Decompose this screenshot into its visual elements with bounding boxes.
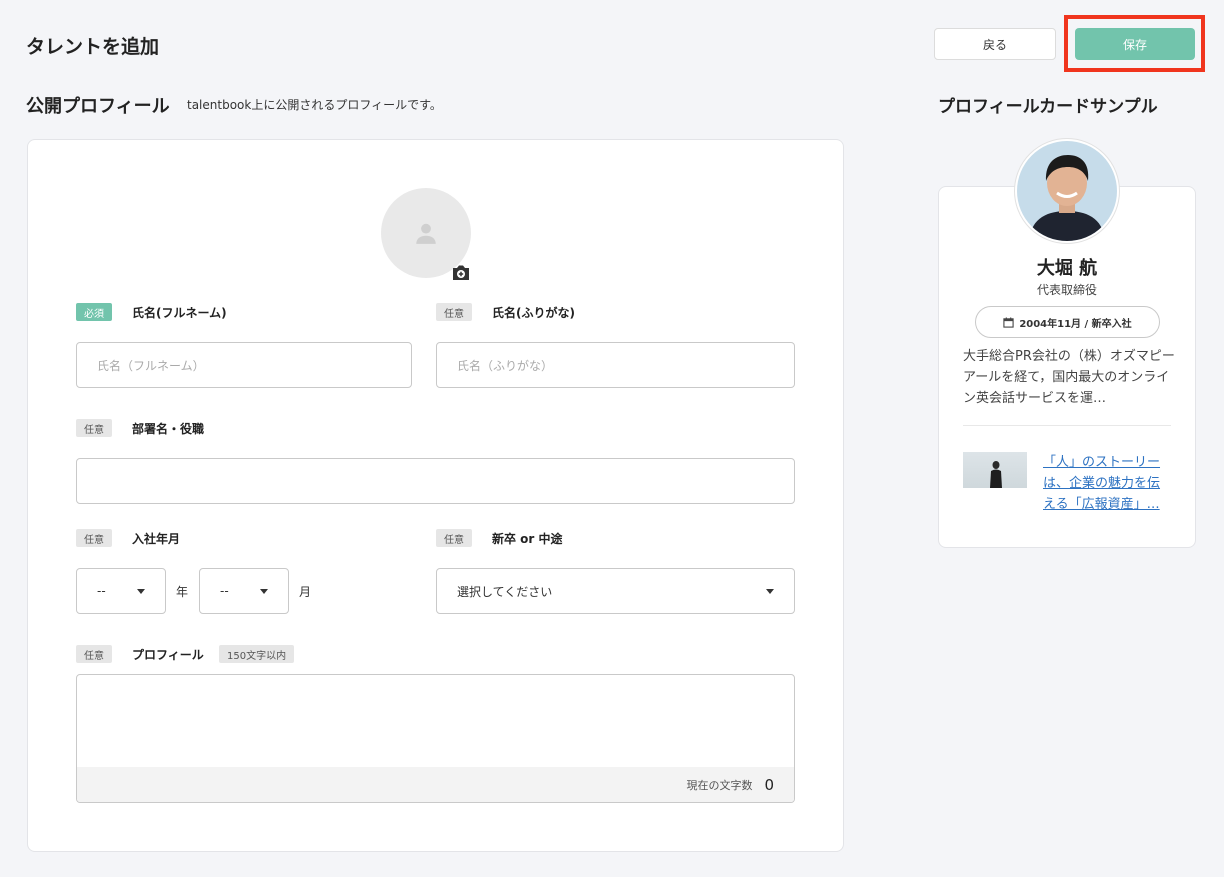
sample-join-text: 2004年11月 / 新卒入社 xyxy=(1019,318,1132,330)
profile-label: プロフィール xyxy=(132,648,204,662)
year-select[interactable]: -- xyxy=(76,568,166,614)
month-select[interactable]: -- xyxy=(199,568,289,614)
page-title: タレントを追加 xyxy=(26,36,160,58)
avatar-photo xyxy=(1017,141,1117,241)
sample-role: 代表取締役 xyxy=(1036,283,1097,297)
month-unit: 月 xyxy=(299,585,312,599)
char-counter: 現在の文字数 0 xyxy=(77,767,794,802)
optional-tag: 任意 xyxy=(76,529,112,547)
hire-type-label: 新卒 or 中途 xyxy=(492,532,563,546)
optional-tag: 任意 xyxy=(436,529,472,547)
dept-input[interactable] xyxy=(76,458,795,504)
sample-name: 大堀 航 xyxy=(1036,258,1098,279)
sample-join-badge: 2004年11月 / 新卒入社 xyxy=(975,306,1160,338)
sample-bio: 大手総合PR会社の（株）オズマピーアールを経て，国内最大のオンライン英会話サービ… xyxy=(963,349,1175,406)
kana-input[interactable]: 氏名（ふりがな） xyxy=(436,342,795,388)
char-limit-badge: 150文字以内 xyxy=(219,645,295,663)
camera-icon[interactable] xyxy=(451,264,471,282)
story-link[interactable]: 「人」のストーリーは、企業の魅力を伝える「広報資産」… xyxy=(1043,452,1171,515)
hire-type-select[interactable]: 選択してください xyxy=(436,568,795,614)
story-thumbnail[interactable] xyxy=(963,452,1027,488)
name-label: 氏名(フルネーム) xyxy=(132,306,227,320)
chevron-down-icon xyxy=(260,588,268,594)
person-icon xyxy=(416,223,436,244)
required-tag: 必須 xyxy=(76,303,112,321)
section-description: talentbook上に公開されるプロフィールです。 xyxy=(187,98,442,112)
back-button[interactable]: 戻る xyxy=(934,28,1056,60)
save-button[interactable]: 保存 xyxy=(1075,28,1195,60)
optional-tag: 任意 xyxy=(76,645,112,663)
char-count-value: 0 xyxy=(764,775,774,794)
char-count-label: 現在の文字数 xyxy=(686,778,753,792)
calendar-icon xyxy=(1003,316,1014,328)
profile-form-card: 必須 氏名(フルネーム) 氏名（フルネーム） 任意 氏名(ふりがな) 氏名（ふり… xyxy=(27,139,844,852)
kana-label: 氏名(ふりがな) xyxy=(492,306,575,320)
profile-textarea[interactable]: 現在の文字数 0 xyxy=(76,674,795,803)
month-select-value: -- xyxy=(220,584,229,598)
sample-title: プロフィールカードサンプル xyxy=(938,97,1158,117)
sample-avatar xyxy=(1014,138,1120,244)
divider xyxy=(963,425,1171,426)
chevron-down-icon xyxy=(137,588,145,594)
optional-tag: 任意 xyxy=(436,303,472,321)
year-unit: 年 xyxy=(176,585,189,599)
section-title: 公開プロフィール xyxy=(26,96,170,117)
name-input[interactable]: 氏名（フルネーム） xyxy=(76,342,412,388)
chevron-down-icon xyxy=(766,588,774,594)
hire-type-select-value: 選択してください xyxy=(457,584,553,599)
year-select-value: -- xyxy=(97,584,106,598)
optional-tag: 任意 xyxy=(76,419,112,437)
dept-label: 部署名・役職 xyxy=(132,422,205,436)
join-date-label: 入社年月 xyxy=(132,532,181,546)
